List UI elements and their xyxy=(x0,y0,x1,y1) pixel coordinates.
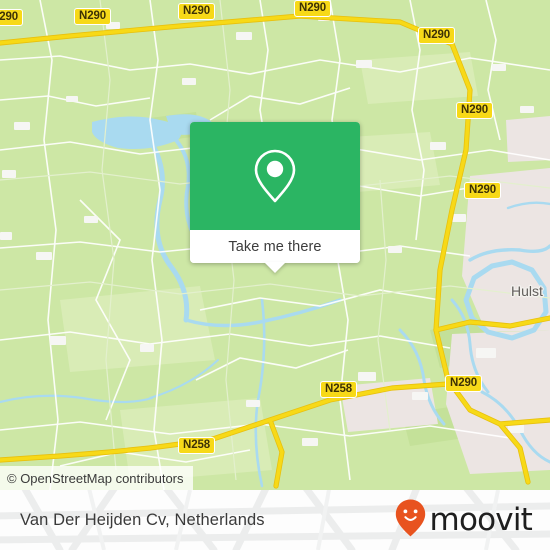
place-label: Hulst xyxy=(511,283,543,299)
road-shield: N290 xyxy=(418,27,456,44)
moovit-location-map-page: N290 N290 N290 N290 N290 N290 N290 N290 N258 N258… xyxy=(0,0,550,550)
road-shield: N290 xyxy=(178,3,216,20)
popup-icon-panel xyxy=(190,122,360,230)
moovit-pin-icon xyxy=(395,499,426,542)
footer-bar: Van Der Heijden Cv, Netherlands moovit xyxy=(0,490,550,550)
moovit-logo[interactable]: moovit xyxy=(395,490,533,550)
osm-attribution[interactable]: © OpenStreetMap contributors xyxy=(0,466,193,490)
location-popup-card[interactable]: Take me there xyxy=(190,122,360,273)
road-shield: N258 xyxy=(178,437,216,454)
moovit-wordmark: moovit xyxy=(429,501,533,538)
road-shield: N258 xyxy=(320,381,358,398)
popup-action-panel[interactable]: Take me there xyxy=(190,230,360,273)
popup-pointer xyxy=(264,262,286,273)
take-me-there-label: Take me there xyxy=(228,238,322,255)
road-shield: N290 xyxy=(464,182,502,199)
osm-attribution-text: © OpenStreetMap contributors xyxy=(7,470,184,486)
map-pin-icon xyxy=(252,147,298,205)
road-shield: N290 xyxy=(74,8,112,25)
road-shield: N290 xyxy=(445,375,483,392)
road-shield: N290 xyxy=(0,9,24,26)
road-shield: N290 xyxy=(294,0,332,17)
footer-place-title: Van Der Heijden Cv, Netherlands xyxy=(20,510,265,529)
road-shield: N290 xyxy=(456,102,494,119)
